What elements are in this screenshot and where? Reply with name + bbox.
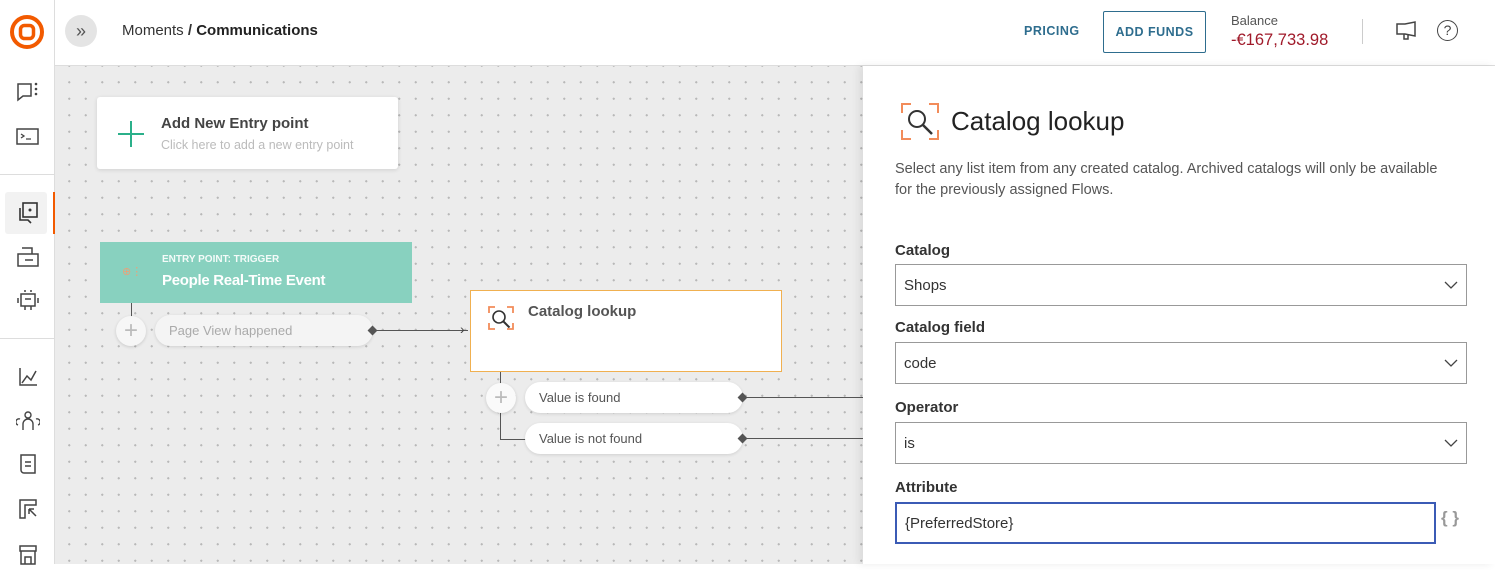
catalog-lookup-node[interactable]: Catalog lookup	[470, 290, 782, 372]
pricing-link[interactable]: PRICING	[1024, 24, 1080, 38]
attribute-input[interactable]: {PreferredStore}	[895, 502, 1436, 544]
balance-label: Balance	[1231, 13, 1278, 28]
catalog-lookup-icon	[901, 103, 939, 140]
attribute-value: {PreferredStore}	[905, 514, 1014, 532]
catalog-value: Shops	[904, 276, 947, 294]
balance-value: -€167,733.98	[1231, 31, 1329, 49]
add-branch-button[interactable]: +	[486, 383, 516, 413]
chevron-down-icon	[1444, 281, 1458, 289]
catalog-lookup-icon	[488, 306, 514, 330]
insert-placeholder-button[interactable]: { }	[1441, 508, 1459, 528]
add-funds-button[interactable]: ADD FUNDS	[1103, 11, 1206, 53]
node-settings-panel: Catalog lookup Select any list item from…	[863, 66, 1495, 564]
operator-label: Operator	[895, 399, 959, 416]
trigger-icon: ⊕⋮	[122, 266, 143, 278]
node-title: Catalog lookup	[528, 303, 637, 320]
exports-icon[interactable]	[12, 493, 44, 525]
breadcrumb: Moments / Communications	[122, 22, 318, 39]
moments-icon[interactable]	[12, 197, 44, 229]
terminal-icon[interactable]	[12, 121, 44, 153]
branch-value-found[interactable]: Value is found	[525, 382, 743, 413]
breadcrumb-parent[interactable]: Moments	[122, 22, 184, 39]
catalog-icon[interactable]	[12, 449, 44, 481]
catalog-field-select[interactable]: code	[895, 342, 1467, 384]
trigger-title: People Real-Time Event	[162, 272, 326, 289]
conversations-icon[interactable]	[12, 76, 44, 108]
add-entry-point-card[interactable]: Add New Entry point Click here to add a …	[97, 97, 398, 169]
breadcrumb-separator: /	[183, 22, 197, 39]
announcements-icon[interactable]	[1395, 20, 1419, 47]
catalog-field-label: Catalog field	[895, 319, 986, 336]
trigger-event-pill[interactable]: Page View happened	[155, 315, 373, 346]
chevron-down-icon	[1444, 359, 1458, 367]
catalog-label: Catalog	[895, 242, 951, 259]
operator-select[interactable]: is	[895, 422, 1467, 464]
logo-icon[interactable]	[10, 15, 44, 49]
catalog-select[interactable]: Shops	[895, 264, 1467, 306]
expand-sidebar-button[interactable]: »	[65, 15, 97, 47]
inbox-icon[interactable]	[12, 241, 44, 273]
double-chevron-right-icon: »	[75, 20, 86, 41]
help-icon[interactable]: ?	[1437, 20, 1458, 41]
chevron-down-icon	[1444, 439, 1458, 447]
trigger-node[interactable]: ⊕⋮ ENTRY POINT: TRIGGER People Real-Time…	[100, 242, 412, 303]
flow-canvas[interactable]: Add New Entry point Click here to add a …	[55, 66, 863, 564]
bot-icon[interactable]	[12, 284, 44, 316]
add-entry-title: Add New Entry point	[161, 115, 309, 132]
header: » Moments / Communications PRICING ADD F…	[55, 0, 1495, 66]
panel-title: Catalog lookup	[951, 106, 1125, 136]
trigger-label: ENTRY POINT: TRIGGER	[162, 254, 280, 265]
branch-value-not-found[interactable]: Value is not found	[525, 423, 743, 454]
analytics-icon[interactable]	[12, 361, 44, 393]
breadcrumb-current: Communications	[196, 22, 318, 39]
add-branch-button[interactable]: +	[116, 316, 146, 346]
add-entry-subtitle: Click here to add a new entry point	[161, 138, 354, 152]
arrow-right-icon: ›	[460, 321, 465, 337]
panel-description: Select any list item from any created ca…	[895, 161, 1438, 198]
people-icon[interactable]	[12, 405, 44, 437]
operator-value: is	[904, 434, 915, 452]
attribute-label: Attribute	[895, 479, 958, 496]
catalog-field-value: code	[904, 354, 937, 372]
plus-icon	[118, 121, 144, 147]
sidebar	[0, 0, 55, 565]
store-icon[interactable]	[12, 538, 44, 570]
